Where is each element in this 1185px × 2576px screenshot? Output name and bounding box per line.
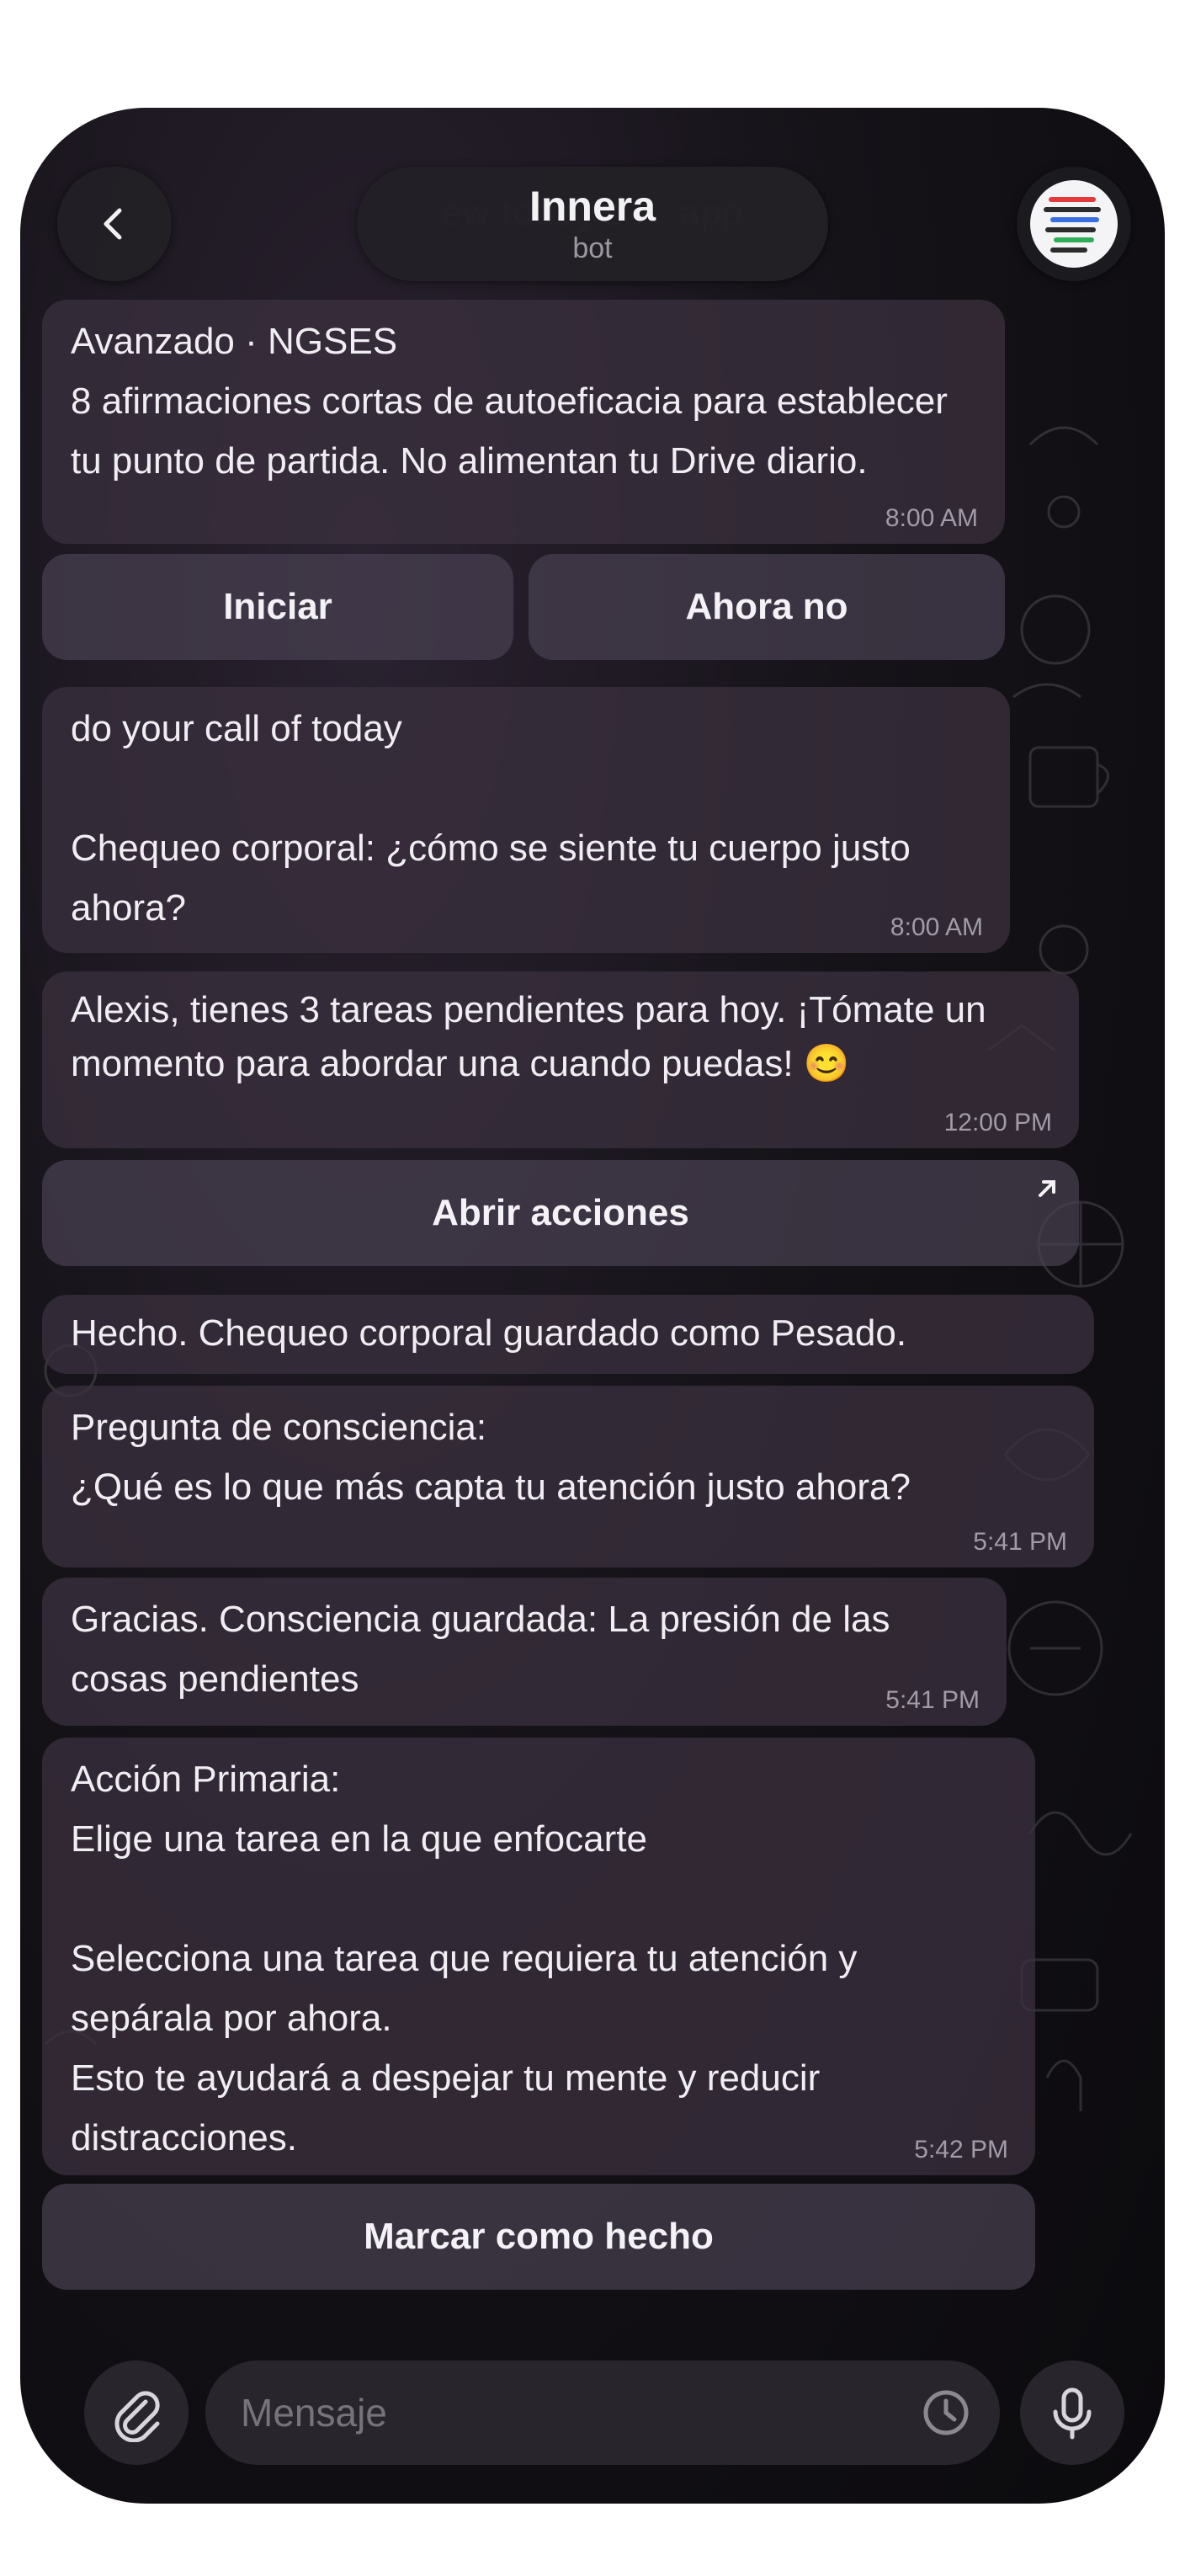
attach-button[interactable] bbox=[84, 2360, 189, 2465]
abrir-acciones-label: Abrir acciones bbox=[432, 1192, 689, 1233]
clock-icon[interactable] bbox=[921, 2387, 971, 2438]
message-bubble: Alexis, tienes 3 tareas pendientes para … bbox=[42, 971, 1079, 1148]
ahora-no-button[interactable]: Ahora no bbox=[529, 554, 1005, 660]
message-time: 5:42 PM bbox=[914, 2136, 1008, 2164]
message-text: Alexis, tienes 3 tareas pendientes para … bbox=[71, 989, 996, 1084]
message-input-bar bbox=[20, 2313, 1165, 2504]
abrir-acciones-button[interactable]: Abrir acciones bbox=[42, 1160, 1079, 1266]
marcar-como-hecho-button[interactable]: Marcar como hecho bbox=[42, 2184, 1035, 2290]
message-text: Gracias. Consciencia guardada: La presió… bbox=[71, 1599, 901, 1700]
iniciar-button[interactable]: Iniciar bbox=[42, 554, 513, 660]
message-time: 12:00 PM bbox=[943, 1109, 1052, 1136]
microphone-button[interactable] bbox=[1020, 2360, 1124, 2465]
message-bubble: Acción Primaria: Elige una tarea en la q… bbox=[42, 1738, 1035, 2175]
message-time: 5:41 PM bbox=[973, 1528, 1067, 1556]
microphone-icon bbox=[1053, 2387, 1092, 2440]
back-button[interactable] bbox=[57, 167, 172, 281]
message-text: Hecho. Chequeo corporal guardado como Pe… bbox=[71, 1312, 907, 1354]
message-bubble: Pregunta de consciencia: ¿Qué es lo que … bbox=[42, 1386, 1094, 1567]
chat-screen: ew today's ... app Innera bot bbox=[20, 108, 1165, 2504]
external-arrow-icon bbox=[1039, 1180, 1055, 1197]
chat-title-pill[interactable]: Innera bot bbox=[357, 167, 828, 281]
chat-title: Innera bbox=[529, 183, 656, 230]
message-input[interactable] bbox=[239, 2389, 899, 2436]
message-text: do your call of today Chequeo corporal: … bbox=[71, 708, 911, 929]
bot-logo-icon bbox=[1030, 180, 1118, 268]
message-time: 8:00 AM bbox=[890, 913, 983, 941]
message-time: 5:41 PM bbox=[885, 1686, 980, 1714]
chat-subtitle: bot bbox=[572, 232, 613, 264]
message-bubble: Gracias. Consciencia guardada: La presió… bbox=[42, 1578, 1007, 1726]
chat-header: ew today's ... app Innera bot bbox=[20, 108, 1165, 301]
message-field[interactable] bbox=[205, 2360, 1000, 2465]
message-bubble: Avanzado · NGSES 8 afirmaciones cortas d… bbox=[42, 300, 1005, 544]
message-text: Pregunta de consciencia: ¿Qué es lo que … bbox=[71, 1407, 911, 1508]
bot-avatar[interactable] bbox=[1017, 167, 1131, 281]
chevron-left-icon bbox=[104, 208, 122, 240]
message-time: 8:00 AM bbox=[885, 504, 978, 532]
message-text: Acción Primaria: Elige una tarea en la q… bbox=[71, 1759, 858, 2158]
paperclip-icon bbox=[114, 2391, 160, 2442]
message-bubble: do your call of today Chequeo corporal: … bbox=[42, 687, 1010, 953]
message-bubble: Hecho. Chequeo corporal guardado como Pe… bbox=[42, 1295, 1094, 1374]
message-text: Avanzado · NGSES 8 afirmaciones cortas d… bbox=[71, 321, 948, 482]
